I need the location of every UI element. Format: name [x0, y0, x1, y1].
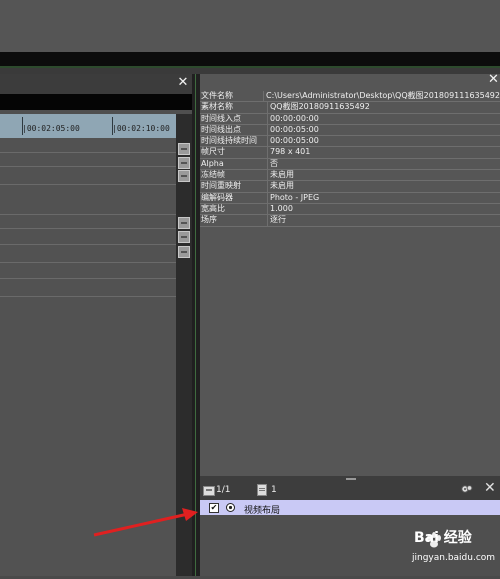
track-row [0, 262, 176, 263]
settings-icon[interactable] [461, 484, 473, 495]
property-key: 场序 [200, 215, 268, 226]
timecode-label: |00:02:10:00 [112, 124, 170, 133]
timecode-label: |00:02:05:00 [22, 124, 80, 133]
property-key: Alpha [200, 158, 268, 170]
properties-close-icon[interactable]: ✕ [488, 73, 500, 87]
property-key: 素材名称 [200, 102, 268, 113]
property-value: 未启用 [270, 181, 294, 191]
menu-strip [0, 52, 500, 66]
track-row [0, 278, 176, 279]
property-row[interactable]: 冻结帧 未启用 [200, 170, 500, 182]
property-row[interactable]: 编解码器 Photo - JPEG [200, 192, 500, 204]
resize-grip-icon[interactable] [346, 478, 356, 480]
property-row[interactable]: 帧尺寸 798 x 401 [200, 147, 500, 159]
watermark-url: jingyan.baidu.com [412, 553, 496, 563]
property-key: 时间线持续时间 [200, 136, 268, 147]
window-top-area [0, 0, 500, 52]
property-value: QQ截图20180911635492 [270, 102, 370, 112]
property-row[interactable]: 文件名称 C:\Users\Administrator\Desktop\QQ截图2… [200, 91, 500, 103]
property-value: 798 x 401 [270, 147, 311, 157]
property-value: C:\Users\Administrator\Desktop\QQ截图20180… [266, 91, 500, 100]
property-key: 冻结帧 [200, 170, 268, 181]
splitter-highlight [195, 74, 196, 576]
collapse-track-button[interactable] [178, 143, 190, 155]
property-row[interactable]: 宽高比 1.000 [200, 203, 500, 216]
timeline-panel-header [0, 74, 192, 94]
layout-enabled-checkbox[interactable]: ✔ [209, 503, 219, 513]
track-row [0, 296, 176, 297]
properties-table: 文件名称 C:\Users\Administrator\Desktop\QQ截图2… [200, 91, 500, 227]
property-value: 未启用 [270, 170, 294, 180]
track-row [0, 152, 176, 153]
eye-icon[interactable] [226, 503, 235, 512]
property-key: 帧尺寸 [200, 147, 268, 158]
property-key: 编解码器 [200, 192, 268, 203]
property-value: 00:00:05:00 [270, 124, 319, 134]
collapse-track-button[interactable] [178, 157, 190, 169]
watermark-brand: Bai 经验 [414, 530, 472, 546]
clip-icon [203, 486, 215, 496]
track-row [0, 184, 176, 185]
track-row [0, 228, 176, 229]
clip-count: 1/1 [216, 485, 231, 495]
close-icon[interactable]: ✕ [484, 481, 496, 495]
property-row[interactable]: 时间重映射 未启用 [200, 181, 500, 193]
property-value: 逐行 [270, 215, 286, 225]
document-count: 1 [271, 485, 277, 495]
property-row[interactable]: 场序 逐行 [200, 215, 500, 227]
property-row[interactable]: 时间线入点 00:00:00:00 [200, 113, 500, 125]
track-row [0, 244, 176, 245]
property-row[interactable]: 时间线出点 00:00:05:00 [200, 124, 500, 137]
document-icon [257, 484, 267, 496]
property-key: 文件名称 [200, 91, 265, 102]
annotation-arrow [90, 505, 200, 545]
property-row[interactable]: Alpha 否 [200, 158, 500, 171]
property-value: 否 [270, 158, 278, 168]
track-row [0, 214, 176, 215]
property-row[interactable]: 素材名称 QQ截图20180911635492 [200, 102, 500, 114]
property-key: 时间线出点 [200, 124, 268, 136]
property-key: 时间线入点 [200, 113, 268, 124]
collapse-track-button[interactable] [178, 170, 190, 182]
timeline-toolbar [0, 94, 192, 110]
collapse-track-button[interactable] [178, 217, 190, 229]
collapse-track-button[interactable] [178, 246, 190, 258]
property-value: Photo - JPEG [270, 192, 320, 202]
panel-splitter[interactable] [192, 74, 200, 576]
property-key: 宽高比 [200, 203, 268, 215]
property-value: 1.000 [270, 203, 293, 213]
property-value: 00:00:00:00 [270, 113, 319, 123]
property-value: 00:00:05:00 [270, 136, 319, 146]
collapse-track-button[interactable] [178, 231, 190, 243]
timeline-close-icon[interactable]: ✕ [176, 75, 190, 91]
track-row [0, 166, 176, 167]
property-row[interactable]: 时间线持续时间 00:00:05:00 [200, 136, 500, 148]
property-key: 时间重映射 [200, 181, 268, 192]
